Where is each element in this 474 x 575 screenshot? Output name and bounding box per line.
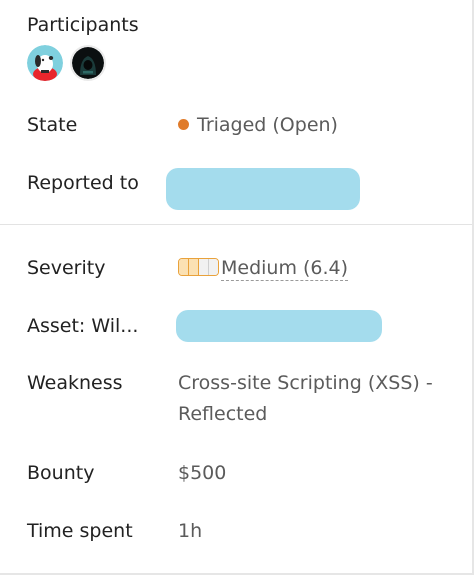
hooded-figure-icon — [72, 47, 104, 79]
participant-avatar-1[interactable] — [27, 45, 63, 81]
time-spent-value: 1h — [178, 520, 203, 542]
severity-label: Severity — [27, 257, 106, 279]
asset-redacted-value — [176, 310, 382, 342]
state-value: Triaged (Open) — [178, 114, 338, 136]
weakness-value[interactable]: Cross-site Scripting (XSS) - Reflected — [178, 368, 458, 430]
section-divider — [0, 224, 472, 225]
state-text: Triaged (Open) — [197, 114, 338, 136]
report-details-panel: Participants State Triaged (Open) Report… — [0, 0, 474, 575]
participants-avatars — [27, 45, 106, 81]
severity-text: Medium (6.4) — [221, 257, 349, 281]
reported-to-label: Reported to — [27, 172, 139, 194]
state-status-dot — [178, 119, 189, 130]
weakness-label: Weakness — [27, 372, 123, 394]
asset-label: Asset: Wil... — [27, 315, 139, 337]
reported-to-redacted-value — [166, 168, 360, 210]
bounty-label: Bounty — [27, 462, 95, 484]
state-label: State — [27, 114, 78, 136]
participants-title: Participants — [27, 14, 139, 36]
participant-avatar-2[interactable] — [70, 45, 106, 81]
severity-meter-icon — [178, 257, 219, 276]
severity-value[interactable]: Medium (6.4) — [178, 257, 349, 281]
cartoon-dog-icon — [27, 45, 63, 81]
time-spent-label: Time spent — [27, 520, 133, 542]
bounty-value: $500 — [178, 462, 227, 484]
